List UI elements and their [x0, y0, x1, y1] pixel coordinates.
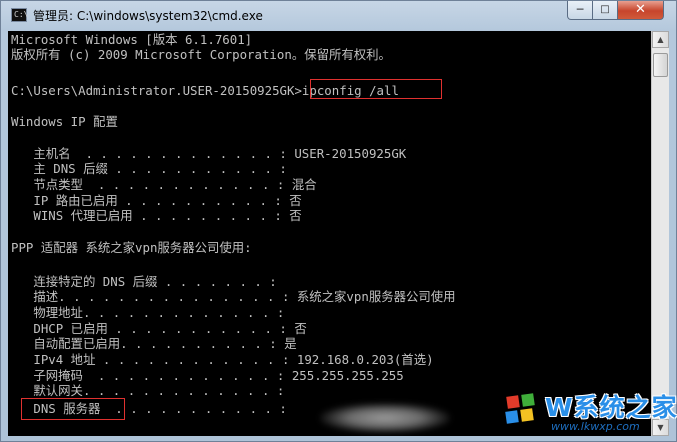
cmd-prompt-icon: C:\ [11, 8, 28, 22]
console-line: 主 DNS 后缀 . . . . . . . . . . . : [11, 161, 287, 176]
console-line: 物理地址. . . . . . . . . . . . . : [11, 305, 285, 320]
scroll-thumb[interactable] [653, 53, 668, 77]
console-line: Microsoft Windows [版本 6.1.7601] [11, 32, 253, 47]
console-output[interactable]: Microsoft Windows [版本 6.1.7601] 版权所有 (c)… [8, 31, 651, 436]
console-line: 节点类型 . . . . . . . . . . . . : 混合 [11, 177, 317, 192]
console-line: Windows IP 配置 [11, 114, 118, 129]
console-line: DHCP 已启用 . . . . . . . . . . . : 否 [11, 321, 307, 336]
cmd-window: C:\ 管理员: C:\windows\system32\cmd.exe ─ □… [0, 0, 677, 442]
command-highlight-box [310, 79, 442, 99]
console-line: IPv4 地址 . . . . . . . . . . . . : 192.16… [11, 352, 434, 367]
window-title: 管理员: C:\windows\system32\cmd.exe [33, 9, 263, 23]
redacted-dns-value [320, 403, 450, 433]
watermark-url: www.lkwxp.com [551, 420, 640, 433]
console-line: 自动配置已启用. . . . . . . . . . : 是 [11, 336, 297, 351]
dns-server-highlight-box [21, 398, 125, 420]
console-line: 版权所有 (c) 2009 Microsoft Corporation。保留所有… [11, 47, 391, 62]
maximize-button[interactable]: □ [592, 1, 618, 20]
minimize-button[interactable]: ─ [567, 1, 593, 20]
console-line: WINS 代理已启用 . . . . . . . . . : 否 [11, 208, 302, 223]
windows-flag-icon [505, 393, 535, 424]
console-line: 子网掩码 . . . . . . . . . . . . : 255.255.2… [11, 368, 404, 383]
console-line: 主机名 . . . . . . . . . . . . . : USER-201… [11, 146, 407, 161]
console-line: IP 路由已启用 . . . . . . . . . . : 否 [11, 193, 302, 208]
console-line: 描述. . . . . . . . . . . . . . . : 系统之家vp… [11, 289, 456, 304]
console-line: PPP 适配器 系统之家vpn服务器公司使用: [11, 240, 252, 255]
scroll-up-arrow-icon[interactable]: ▲ [652, 31, 669, 48]
vertical-scrollbar[interactable]: ▲ ▼ [651, 31, 669, 436]
console-line: 连接特定的 DNS 后缀 . . . . . . . : [11, 274, 277, 289]
close-button[interactable]: ✕ [617, 1, 664, 20]
console-line: 默认网关. . . . . . . . . . . . . : [11, 383, 285, 398]
watermark-brand: W系统之家 [545, 393, 677, 422]
watermark-logo: W系统之家 www.lkwxp.com [493, 386, 677, 440]
